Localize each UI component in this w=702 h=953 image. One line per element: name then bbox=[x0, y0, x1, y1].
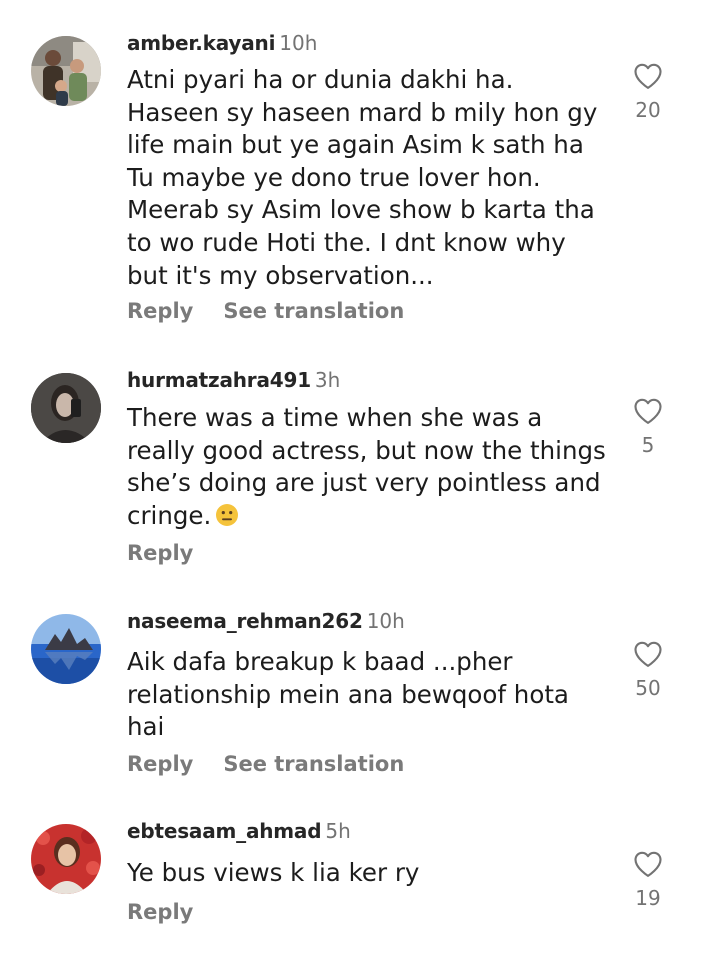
comment-item: naseema_rehman262 10h Aik dafa breakup k … bbox=[0, 590, 702, 800]
reply-button[interactable]: Reply bbox=[127, 541, 193, 565]
comment-actions: Reply bbox=[127, 899, 193, 925]
comment-text: Atni pyari ha or dunia dakhi ha. Haseen … bbox=[127, 65, 598, 290]
comment-header: amber.kayani 10h bbox=[127, 30, 317, 56]
reply-button[interactable]: Reply bbox=[127, 752, 193, 776]
heart-outline-icon[interactable] bbox=[633, 62, 663, 90]
see-translation-button[interactable]: See translation bbox=[223, 299, 404, 323]
like-count: 19 bbox=[635, 886, 661, 910]
timestamp: 3h bbox=[314, 368, 341, 392]
comment-header: naseema_rehman262 10h bbox=[127, 608, 405, 634]
timestamp: 10h bbox=[279, 31, 318, 55]
username[interactable]: hurmatzahra491 bbox=[127, 368, 311, 392]
heart-outline-icon[interactable] bbox=[633, 850, 663, 878]
like-section: 19 bbox=[623, 850, 673, 910]
comment-item: hurmatzahra491 3h There was a time when s… bbox=[0, 340, 702, 590]
like-section: 5 bbox=[623, 397, 673, 457]
timestamp: 10h bbox=[366, 609, 405, 633]
heart-outline-icon[interactable] bbox=[633, 397, 663, 425]
like-count: 5 bbox=[641, 433, 655, 457]
reply-button[interactable]: Reply bbox=[127, 299, 193, 323]
username[interactable]: naseema_rehman262 bbox=[127, 609, 363, 633]
comment-text: Ye bus views k lia ker ry bbox=[127, 858, 420, 887]
comment-actions: Reply See translation bbox=[127, 298, 404, 324]
avatar[interactable] bbox=[31, 36, 101, 106]
avatar[interactable] bbox=[31, 824, 101, 894]
like-count: 20 bbox=[635, 98, 661, 122]
comment-item: ebtesaam_ahmad 5h Ye bus views k lia ker … bbox=[0, 800, 702, 953]
comment-item: amber.kayani 10h Atni pyari ha or dunia d… bbox=[0, 0, 702, 340]
comment-actions: Reply See translation bbox=[127, 751, 404, 777]
comment-text-content: There was a time when she was a really g… bbox=[127, 403, 606, 530]
comment-header: ebtesaam_ahmad 5h bbox=[127, 818, 351, 844]
comment-text: There was a time when she was a really g… bbox=[127, 402, 607, 532]
see-translation-button[interactable]: See translation bbox=[223, 752, 404, 776]
timestamp: 5h bbox=[325, 819, 351, 843]
like-section: 50 bbox=[623, 640, 673, 700]
username[interactable]: ebtesaam_ahmad bbox=[127, 819, 322, 843]
username[interactable]: amber.kayani bbox=[127, 31, 275, 55]
avatar[interactable] bbox=[31, 373, 101, 443]
like-count: 50 bbox=[635, 676, 661, 700]
heart-outline-icon[interactable] bbox=[633, 640, 663, 668]
like-section: 20 bbox=[623, 62, 673, 122]
comment-text: Aik dafa breakup k baad ...pher relation… bbox=[127, 647, 569, 742]
neutral-face-emoji-icon bbox=[216, 503, 239, 526]
reply-button[interactable]: Reply bbox=[127, 900, 193, 924]
comment-header: hurmatzahra491 3h bbox=[127, 367, 340, 393]
comment-actions: Reply bbox=[127, 540, 193, 566]
avatar[interactable] bbox=[31, 614, 101, 684]
